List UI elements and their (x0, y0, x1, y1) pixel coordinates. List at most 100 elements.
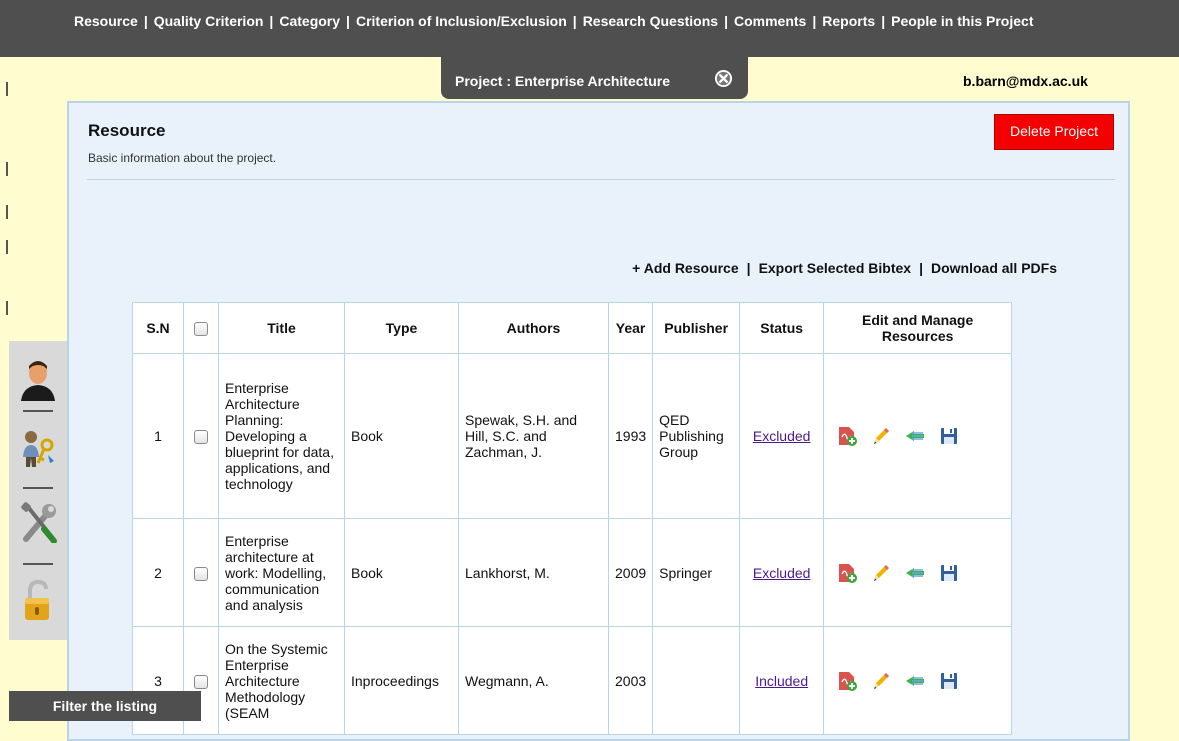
close-circle-icon[interactable] (714, 69, 733, 88)
row-select (183, 353, 219, 519)
row-publisher (652, 626, 741, 735)
nav-separator: | (724, 13, 728, 29)
nav-link-reports[interactable]: Reports (822, 13, 875, 29)
col-header-title: Title (218, 302, 345, 354)
action-separator: | (919, 260, 923, 276)
edge-mark (6, 82, 8, 96)
row-year: 2003 (607, 626, 654, 735)
nav-separator: | (143, 13, 148, 29)
edge-mark (6, 162, 8, 176)
pdf-add-icon[interactable] (836, 670, 858, 692)
top-nav-links: Resource | Quality Criterion | Category | Crit… (74, 13, 1033, 29)
user-email: b.barn@mdx.ac.uk (963, 73, 1088, 89)
col-header-select (183, 302, 219, 354)
row-title: On the Systemic Enterprise Architecture … (218, 626, 345, 735)
row-status: Excluded (739, 518, 825, 627)
save-disk-icon[interactable] (938, 670, 960, 692)
row-actions (823, 518, 1013, 627)
toolbar-separator (23, 487, 53, 489)
nav-separator: | (881, 13, 886, 29)
row-select (183, 518, 219, 627)
row-authors: Lankhorst, M. (458, 518, 609, 627)
download-pdfs-link[interactable]: Download all PDFs (931, 260, 1057, 276)
row-checkbox[interactable] (194, 566, 208, 581)
table-row: 3 On the Systemic Enterprise Architecture… (132, 626, 1013, 735)
panel-subtitle: Basic information about the project. (88, 151, 277, 165)
table-header-row: S.N Title Type Authors Year Publisher St… (132, 302, 1013, 354)
top-navigation: Resource | Quality Criterion | Category | Crit… (0, 0, 1179, 57)
project-title: Project : Enterprise Architecture (455, 73, 670, 89)
nav-link-people-in-this-project[interactable]: People in this Project (891, 13, 1033, 29)
forward-arrow-icon[interactable] (904, 425, 926, 447)
nav-link-criterion-of-inclusion-exclusion[interactable]: Criterion of Inclusion/Exclusion (356, 13, 567, 29)
toolbar-separator (23, 563, 53, 565)
row-year: 1993 (607, 353, 654, 519)
edge-mark (6, 240, 8, 254)
nav-separator: | (572, 13, 577, 29)
table-row: 1 Enterprise Architecture Planning: Devel… (132, 353, 1013, 519)
table-body: 1 Enterprise Architecture Planning: Devel… (132, 353, 1013, 735)
resource-panel: Resource Basic information about the pro… (67, 101, 1130, 741)
row-status: Included (739, 626, 825, 735)
row-type: Book (344, 518, 459, 627)
nav-separator: | (812, 13, 817, 29)
row-actions (823, 626, 1013, 735)
row-authors: Spewak, S.H. and Hill, S.C. and Zachman,… (458, 353, 609, 519)
row-actions (823, 353, 1013, 519)
nav-link-resource[interactable]: Resource (74, 13, 138, 29)
col-header-publisher: Publisher (652, 302, 741, 354)
edge-mark (6, 301, 8, 315)
save-disk-icon[interactable] (938, 562, 960, 584)
row-sn: 2 (132, 518, 184, 627)
pencil-edit-icon[interactable] (870, 670, 892, 692)
select-all-checkbox[interactable] (194, 322, 208, 337)
row-sn: 1 (132, 353, 184, 519)
left-toolbar (9, 341, 67, 640)
pdf-add-icon[interactable] (836, 562, 858, 584)
toolbar-separator (23, 410, 53, 412)
col-header-edit-manage: Edit and Manage Resources (823, 302, 1013, 354)
divider (87, 179, 1115, 180)
col-header-year: Year (607, 302, 654, 354)
nav-link-research-questions[interactable]: Research Questions (583, 13, 718, 29)
person-key-icon[interactable] (18, 427, 58, 469)
status-link[interactable]: Excluded (753, 565, 811, 581)
edge-mark (6, 205, 8, 219)
row-year: 2009 (607, 518, 654, 627)
col-header-status: Status (739, 302, 825, 354)
pdf-add-icon[interactable] (836, 425, 858, 447)
row-type: Book (344, 353, 459, 519)
table-row: 2 Enterprise architecture at work: Modell… (132, 518, 1013, 627)
pencil-edit-icon[interactable] (870, 562, 892, 584)
delete-project-button[interactable]: Delete Project (994, 114, 1114, 150)
row-publisher: Springer (652, 518, 741, 627)
status-link[interactable]: Excluded (753, 428, 811, 444)
row-type: Inproceedings (344, 626, 459, 735)
unlock-padlock-icon[interactable] (18, 579, 58, 621)
forward-arrow-icon[interactable] (904, 562, 926, 584)
tools-icon[interactable] (18, 501, 58, 543)
nav-link-quality-criterion[interactable]: Quality Criterion (154, 13, 264, 29)
save-disk-icon[interactable] (938, 425, 960, 447)
nav-link-comments[interactable]: Comments (734, 13, 806, 29)
nav-separator: | (269, 13, 274, 29)
panel-title: Resource (88, 121, 166, 140)
row-publisher: QED Publishing Group (652, 353, 741, 519)
status-link[interactable]: Included (755, 673, 808, 689)
export-bibtex-link[interactable]: Export Selected Bibtex (759, 260, 912, 276)
row-title: Enterprise architecture at work: Modelli… (218, 518, 345, 627)
pencil-edit-icon[interactable] (870, 425, 892, 447)
filter-listing-button[interactable]: Filter the listing (9, 691, 201, 721)
row-checkbox[interactable] (194, 674, 208, 689)
row-checkbox[interactable] (194, 430, 208, 445)
nav-link-category[interactable]: Category (279, 13, 340, 29)
resource-table: S.N Title Type Authors Year Publisher St… (132, 302, 1013, 735)
resource-actions: + Add Resource | Export Selected Bibtex | Do… (69, 260, 1057, 276)
row-status: Excluded (739, 353, 825, 519)
col-header-type: Type (344, 302, 459, 354)
add-resource-link[interactable]: + Add Resource (632, 260, 738, 276)
project-tab: Project : Enterprise Architecture (441, 57, 748, 99)
col-header-sn: S.N (132, 302, 184, 354)
forward-arrow-icon[interactable] (904, 670, 926, 692)
user-profile-icon[interactable] (18, 359, 58, 401)
